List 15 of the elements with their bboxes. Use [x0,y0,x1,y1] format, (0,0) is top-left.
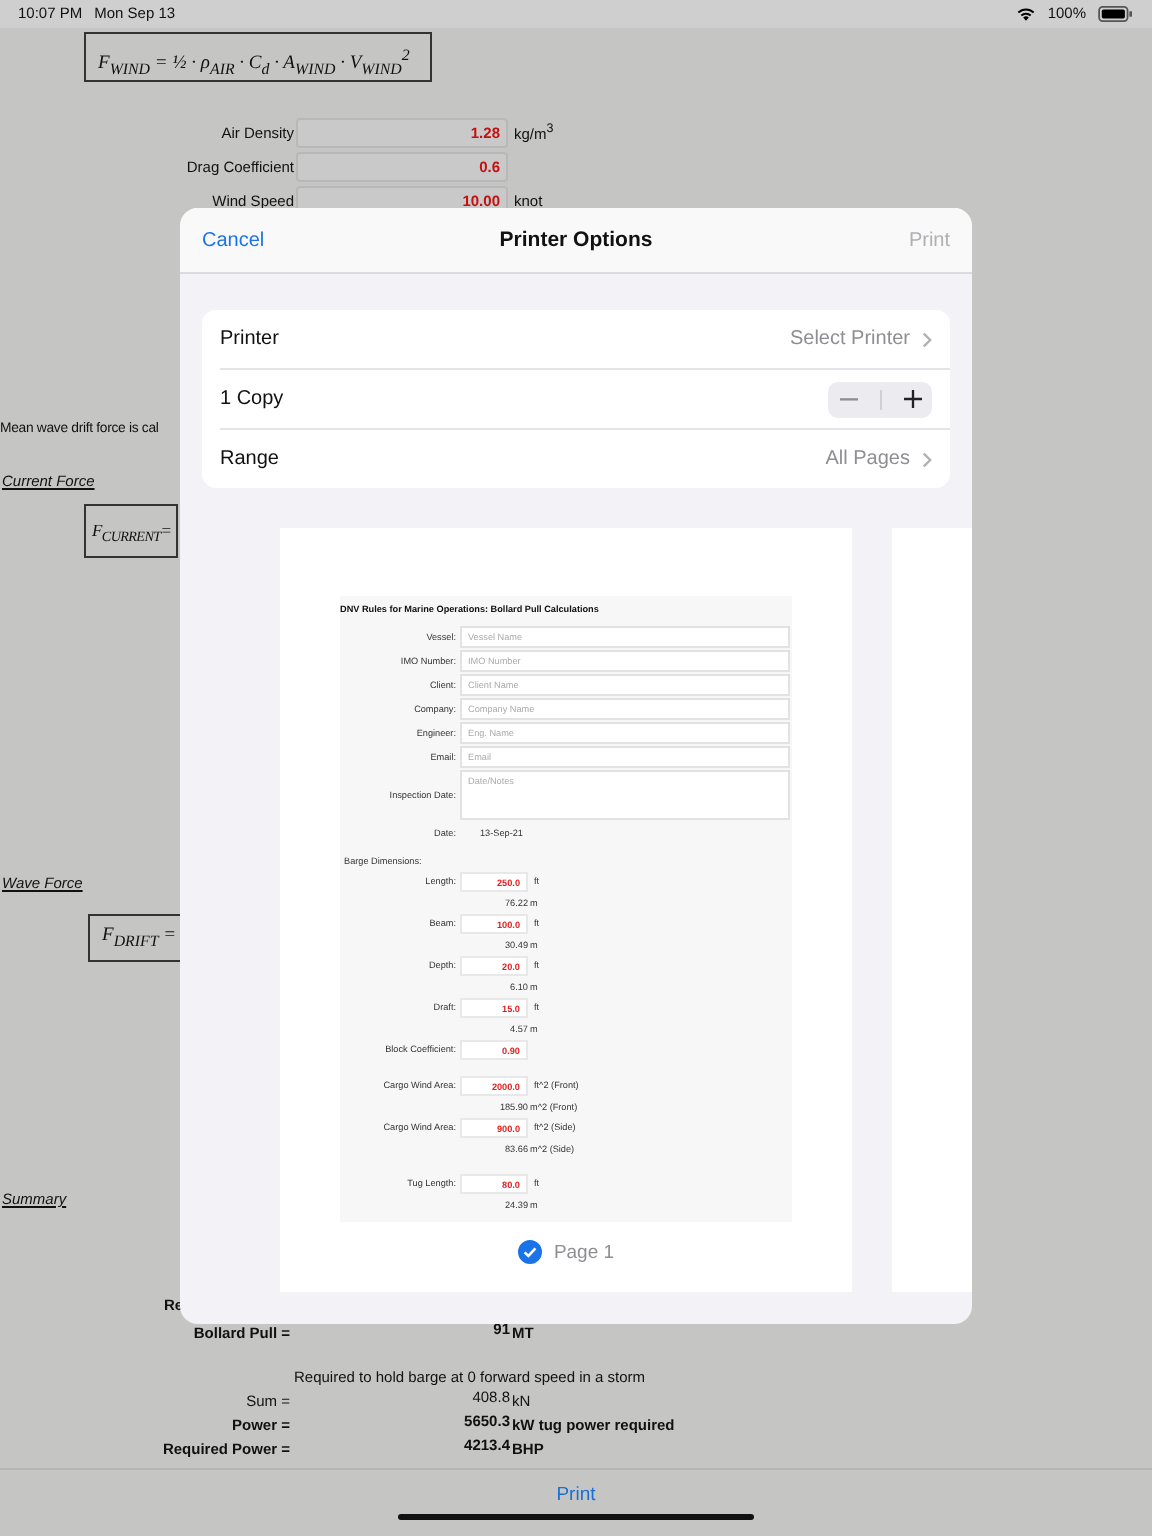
check-icon[interactable] [517,1240,542,1264]
chevron-icon[interactable] [922,331,932,347]
printer-row[interactable]: Printer Select Printer [220,310,950,370]
cancel-button[interactable]: Cancel [202,229,265,251]
chevron-icon[interactable] [922,451,932,467]
range-row[interactable]: Range All Pages [220,430,950,488]
battery-icon [1098,6,1134,22]
page-label: Page 1 [553,1241,615,1263]
formula: F$_{CURRENT}$= [84,504,178,558]
dialog-title: Printer Options [499,228,653,252]
copies-label: 1 Copy [220,388,286,410]
minus-icon[interactable] [839,397,857,401]
print-button[interactable]: Print [552,1484,600,1506]
plus-icon[interactable] [903,390,921,408]
wifi-icon [1015,6,1036,22]
